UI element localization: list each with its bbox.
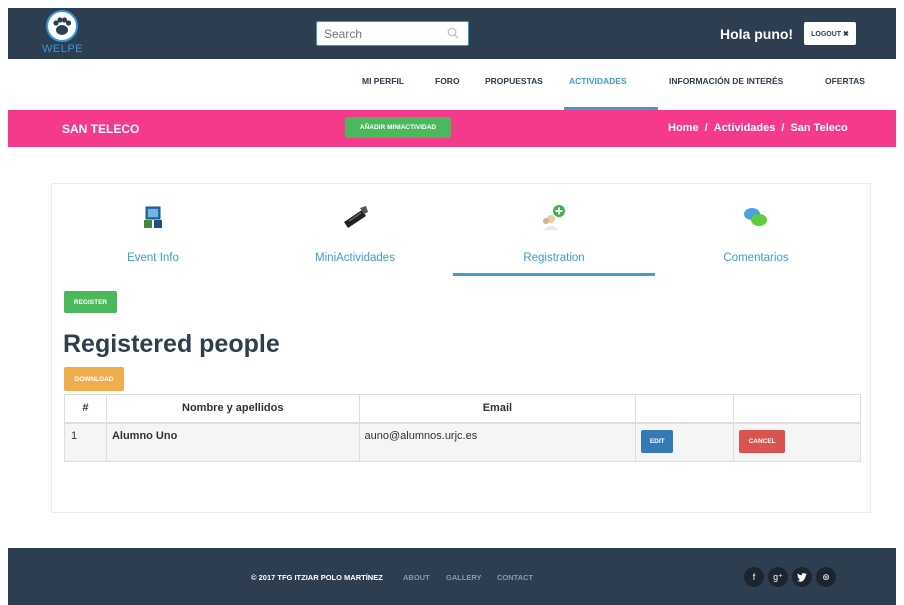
- computer-icon: [144, 206, 162, 228]
- welpe-logo[interactable]: WELPE: [40, 10, 84, 58]
- footer: © 2017 TFG ITZIAR POLO MARTÍNEZ ABOUT GA…: [8, 548, 896, 605]
- column-header-number: #: [64, 394, 107, 424]
- breadcrumb-actividades[interactable]: Actividades: [714, 122, 776, 134]
- footer-link-contact[interactable]: CONTACT: [497, 573, 533, 582]
- paw-icon: [46, 10, 78, 42]
- cell-cancel: CANCEL: [733, 422, 861, 462]
- tab-label: Event Info: [127, 252, 179, 264]
- breadcrumb-current: San Teleco: [790, 122, 848, 134]
- nav-item-mi-perfil[interactable]: MI PERFIL: [362, 76, 404, 86]
- tab-miniactividades[interactable]: MiniActividades: [254, 184, 456, 276]
- cell-email: auno@alumnos.urjc.es: [358, 422, 637, 462]
- table-header-row: # Nombre y apellidos Email: [64, 394, 861, 424]
- tab-label: Comentarios: [723, 252, 789, 264]
- tab-comentarios[interactable]: Comentarios: [655, 184, 857, 276]
- footer-link-about[interactable]: ABOUT: [403, 573, 430, 582]
- column-header-email: Email: [358, 394, 637, 424]
- search-box: [316, 21, 469, 46]
- google-plus-icon[interactable]: g⁺: [768, 567, 788, 587]
- twitter-bird-glyph: [797, 572, 807, 582]
- column-header-edit: [635, 394, 735, 424]
- column-header-cancel: [733, 394, 861, 424]
- breadcrumb-home[interactable]: Home: [668, 122, 699, 134]
- nav-item-propuestas[interactable]: PROPUESTAS: [485, 76, 543, 86]
- search-input[interactable]: [317, 22, 437, 45]
- logo-text: WELPE: [42, 43, 84, 55]
- search-icon[interactable]: [447, 27, 459, 39]
- facebook-icon[interactable]: f: [744, 567, 764, 587]
- cancel-button[interactable]: CANCEL: [739, 429, 786, 453]
- download-button[interactable]: DOWNLOAD: [64, 367, 124, 391]
- register-button[interactable]: REGISTER: [64, 291, 117, 313]
- table-row: 1 Alumno Uno auno@alumnos.urjc.es EDIT C…: [64, 422, 861, 462]
- breadcrumb-separator: /: [704, 122, 708, 134]
- main-nav: MI PERFIL FORO PROPUESTAS ACTIVIDADES IN…: [8, 59, 896, 110]
- page-header: SAN TELECO AÑADIR MINIACTIVIDAD Home / Act…: [8, 110, 896, 147]
- add-user-icon: [543, 205, 565, 230]
- tab-registration[interactable]: Registration: [453, 184, 655, 276]
- cell-edit: EDIT: [635, 422, 735, 462]
- event-panel: Event Info MiniActividades Registration …: [51, 183, 871, 513]
- nav-item-actividades[interactable]: ACTIVIDADES: [569, 76, 627, 86]
- tab-label: MiniActividades: [315, 252, 395, 264]
- tab-event-info[interactable]: Event Info: [52, 184, 254, 276]
- twitter-icon[interactable]: [792, 567, 812, 587]
- footer-link-gallery[interactable]: GALLERY: [446, 573, 482, 582]
- dribbble-icon[interactable]: ⊛: [816, 567, 836, 587]
- nav-item-ofertas[interactable]: OFERTAS: [825, 76, 865, 86]
- logout-button[interactable]: LOGOUT ✖: [804, 22, 856, 45]
- chat-bubbles-icon: [744, 208, 767, 226]
- clapperboard-icon: [344, 206, 368, 228]
- section-title: Registered people: [63, 330, 280, 358]
- page-title: SAN TELECO: [62, 122, 140, 136]
- cell-number: 1: [64, 422, 107, 462]
- add-miniactividad-button[interactable]: AÑADIR MINIACTIVIDAD: [345, 117, 451, 138]
- tab-label: Registration: [523, 252, 585, 264]
- tab-active-indicator: [453, 273, 655, 276]
- footer-copyright: © 2017 TFG ITZIAR POLO MARTÍNEZ: [251, 573, 383, 582]
- top-bar: WELPE Hola puno! LOGOUT ✖: [8, 8, 896, 59]
- greeting: Hola puno!: [720, 26, 794, 42]
- nav-item-foro[interactable]: FORO: [435, 76, 460, 86]
- column-header-name: Nombre y apellidos: [105, 394, 360, 424]
- cell-name: Alumno Uno: [105, 422, 360, 462]
- nav-item-informacion[interactable]: INFORMACIÓN DE INTERÉS: [669, 76, 783, 86]
- breadcrumb: Home / Actividades / San Teleco: [668, 122, 848, 134]
- registered-table: # Nombre y apellidos Email 1 Alumno Uno …: [64, 394, 861, 462]
- breadcrumb-separator: /: [781, 122, 785, 134]
- edit-button[interactable]: EDIT: [641, 429, 674, 453]
